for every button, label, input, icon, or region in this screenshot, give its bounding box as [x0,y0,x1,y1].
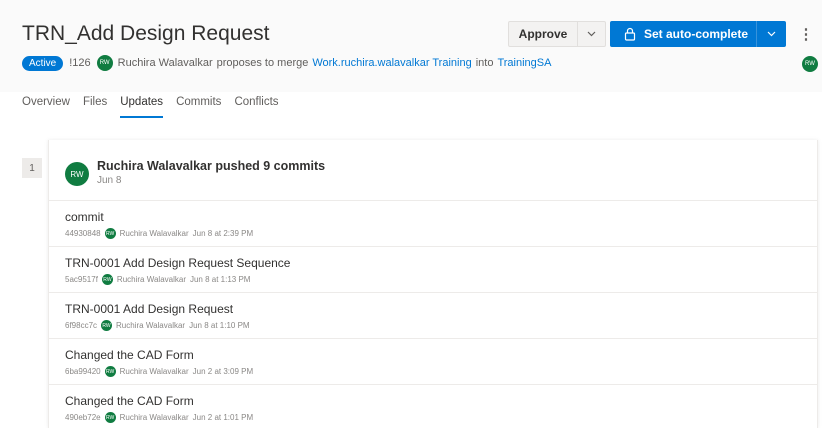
commit-message: Changed the CAD Form [65,394,194,408]
into-text: into [475,57,494,69]
commit-hash[interactable]: 6ba99420 [65,367,101,376]
commit-time: Jun 8 at 2:39 PM [192,229,254,238]
avatar: RW [101,274,113,285]
avatar: RW [101,320,113,331]
commit-time: Jun 2 at 1:01 PM [192,413,254,422]
avatar: RW [96,55,113,71]
pr-meta: Active !126 RW Ruchira Walavalkar propos… [22,54,555,72]
update-card: RW Ruchira Walavalkar pushed 9 commits J… [48,140,818,428]
reviewer-avatar[interactable]: RW [802,56,818,72]
commit-time: Jun 8 at 1:10 PM [189,321,250,330]
auto-complete-label: Set auto-complete [644,27,749,41]
push-date: Jun 8 [97,175,122,186]
avatar: RW [65,162,89,186]
commit-meta: 6f98cc7c RW Ruchira Walavalkar Jun 8 at … [65,320,254,331]
commit-hash[interactable]: 6f98cc7c [65,321,97,330]
commit-meta: 490eb72e RW Ruchira Walavalkar Jun 2 at … [65,412,257,423]
commit-message: TRN-0001 Add Design Request [65,302,234,316]
commit-hash[interactable]: 490eb72e [65,413,101,422]
avatar: RW [104,412,116,423]
avatar: RW [104,366,116,377]
commit-message: TRN-0001 Add Design Request Sequence [65,256,291,270]
tab-overview[interactable]: Overview [22,96,70,118]
commit-author: Ruchira Walavalkar [116,275,186,284]
push-title: Ruchira Walavalkar pushed 9 commits [97,159,326,173]
commit-meta: 6ba99420 RW Ruchira Walavalkar Jun 2 at … [65,366,257,377]
proposes-text: proposes to merge [216,57,309,69]
approve-button[interactable]: Approve [509,22,577,46]
commit-row[interactable]: TRN-0001 Add Design Request 6f98cc7c RW … [49,292,817,338]
pr-id: !126 [69,57,91,69]
tab-commits[interactable]: Commits [176,96,221,118]
commit-row[interactable]: TRN-0001 Add Design Request Sequence 5ac… [49,246,817,292]
commit-author: Ruchira Walavalkar [119,367,189,376]
commit-message: commit [65,210,104,224]
tab-files[interactable]: Files [83,96,107,118]
pr-header: TRN_Add Design Request Approve Set auto-… [0,0,822,118]
commit-meta: 44930848 RW Ruchira Walavalkar Jun 8 at … [65,228,257,239]
commit-author: Ruchira Walavalkar [119,229,189,238]
commit-author: Ruchira Walavalkar [119,413,189,422]
approve-button-group: Approve [508,21,606,47]
merge-lock-icon [624,27,636,41]
chevron-down-icon [767,31,776,37]
auto-complete-button[interactable]: Set auto-complete [610,21,756,47]
commit-hash[interactable]: 5ac9517f [65,275,98,284]
status-badge: Active [22,55,64,71]
commit-time: Jun 2 at 3:09 PM [192,367,254,376]
more-actions-button[interactable]: ⋮ [796,21,816,47]
chevron-down-icon [587,31,596,37]
page-title: TRN_Add Design Request [22,22,270,45]
target-branch-link[interactable]: TrainingSA [497,57,551,69]
commit-time: Jun 8 at 1:13 PM [189,275,251,284]
commit-row[interactable]: Changed the CAD Form 6ba99420 RW Ruchira… [49,338,817,384]
commit-author: Ruchira Walavalkar [116,321,186,330]
avatar: RW [104,228,116,239]
source-branch-link[interactable]: Work.ruchira.walavalkar Training [312,57,471,69]
author-name: Ruchira Walavalkar [117,57,213,69]
commit-hash[interactable]: 44930848 [65,229,101,238]
auto-complete-options-button[interactable] [756,21,786,47]
auto-complete-button-group: Set auto-complete [610,21,786,47]
commit-row[interactable]: commit 44930848 RW Ruchira Walavalkar Ju… [49,200,817,246]
commit-message: Changed the CAD Form [65,348,194,362]
push-header: RW Ruchira Walavalkar pushed 9 commits J… [49,140,817,200]
tab-updates[interactable]: Updates [120,96,164,118]
commit-meta: 5ac9517f RW Ruchira Walavalkar Jun 8 at … [65,274,254,285]
update-number[interactable]: 1 [22,158,42,178]
pr-tabs: Overview Files Updates Commits Conflicts [22,96,292,118]
commit-row[interactable]: Changed the CAD Form 490eb72e RW Ruchira… [49,384,817,428]
approve-options-button[interactable] [577,22,605,46]
tab-conflicts[interactable]: Conflicts [234,96,278,118]
